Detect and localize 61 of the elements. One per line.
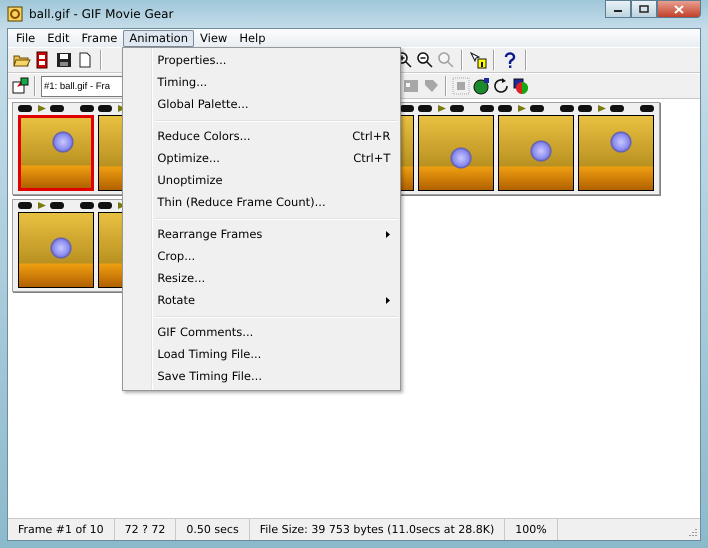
menu-option[interactable]: Global Palette... (125, 94, 398, 116)
window-title: ball.gif - GIF Movie Gear (29, 6, 174, 23)
animation-frame-image[interactable] (418, 115, 494, 191)
frame-selector[interactable]: #1: ball.gif - Fra (41, 76, 123, 96)
menu-option-label: Global Palette... (157, 96, 249, 113)
app-icon (7, 6, 23, 22)
save-icon[interactable] (55, 51, 73, 69)
menu-option-label: Resize... (157, 270, 206, 287)
status-text: Frame #1 of 10 (8, 519, 115, 540)
animation-frame-image[interactable] (18, 212, 94, 288)
frame-edit-icon[interactable] (11, 77, 29, 95)
menu-option[interactable]: Unoptimize (125, 170, 398, 192)
status-text: 0.50 secs (176, 519, 250, 540)
menu-item[interactable]: File (10, 30, 42, 46)
menu-option[interactable]: Save Timing File... (125, 366, 398, 388)
menu-option-label: Properties... (157, 52, 226, 69)
status-text: 72 ? 72 (114, 519, 176, 540)
menu-option-label: Rearrange Frames (157, 226, 262, 243)
menu-option[interactable]: Crop... (125, 246, 398, 268)
menu-option[interactable]: Load Timing File... (125, 344, 398, 366)
palette-icon[interactable] (512, 77, 530, 95)
menu-option[interactable]: Thin (Reduce Frame Count)... (125, 192, 398, 214)
close-button[interactable] (657, 0, 701, 18)
shortcut-text: Ctrl+R (352, 128, 390, 145)
menu-item[interactable]: Frame (76, 30, 124, 46)
resize-grip-icon (686, 527, 698, 539)
menu-option[interactable]: Rotate (125, 290, 398, 312)
globe-icon[interactable] (472, 77, 490, 95)
menu-option[interactable]: Optimize... Ctrl+T (125, 148, 398, 170)
animation-frame-image[interactable] (498, 115, 574, 191)
status-text: File Size: 39 753 bytes (11.0secs at 28.8K) (250, 519, 506, 540)
menu-option-label: Unoptimize (157, 172, 223, 189)
menu-item[interactable]: Animation (123, 30, 194, 46)
menu-option-label: Save Timing File... (157, 368, 262, 385)
shortcut-text: Ctrl+T (353, 150, 390, 167)
menu-item[interactable]: Edit (41, 30, 76, 46)
menu-option-label: GIF Comments... (157, 324, 254, 341)
menu-option-label: Optimize... (157, 150, 220, 167)
menu-option[interactable]: GIF Comments... (125, 322, 398, 344)
menu-item[interactable]: Help (233, 30, 272, 46)
maximize-button[interactable] (631, 0, 657, 18)
zoom-out-icon[interactable] (416, 51, 434, 69)
minimize-button[interactable] (605, 0, 631, 18)
menu-option[interactable]: Properties... (125, 50, 398, 72)
menu-option[interactable]: Rearrange Frames (125, 224, 398, 246)
animation-frame-image[interactable] (578, 115, 654, 191)
menu-option-label: Crop... (157, 248, 196, 265)
status-text: 100% (505, 519, 558, 540)
menu-option-label: Timing... (157, 74, 208, 91)
menu-option[interactable]: Timing... (125, 72, 398, 94)
menu-option-label: Thin (Reduce Frame Count)... (157, 194, 326, 211)
menu-item[interactable]: View (194, 30, 234, 46)
maximize-icon (639, 5, 649, 13)
menu-option[interactable]: Reduce Colors... Ctrl+R (125, 126, 398, 148)
menu-option-label: Reduce Colors... (157, 128, 251, 145)
menu-option-label: Load Timing File... (157, 346, 262, 363)
menu-option[interactable]: Resize... (125, 268, 398, 290)
loop-icon[interactable] (492, 77, 510, 95)
info-icon[interactable] (469, 51, 487, 69)
close-icon (674, 4, 684, 14)
menu-option-label: Rotate (157, 292, 196, 309)
